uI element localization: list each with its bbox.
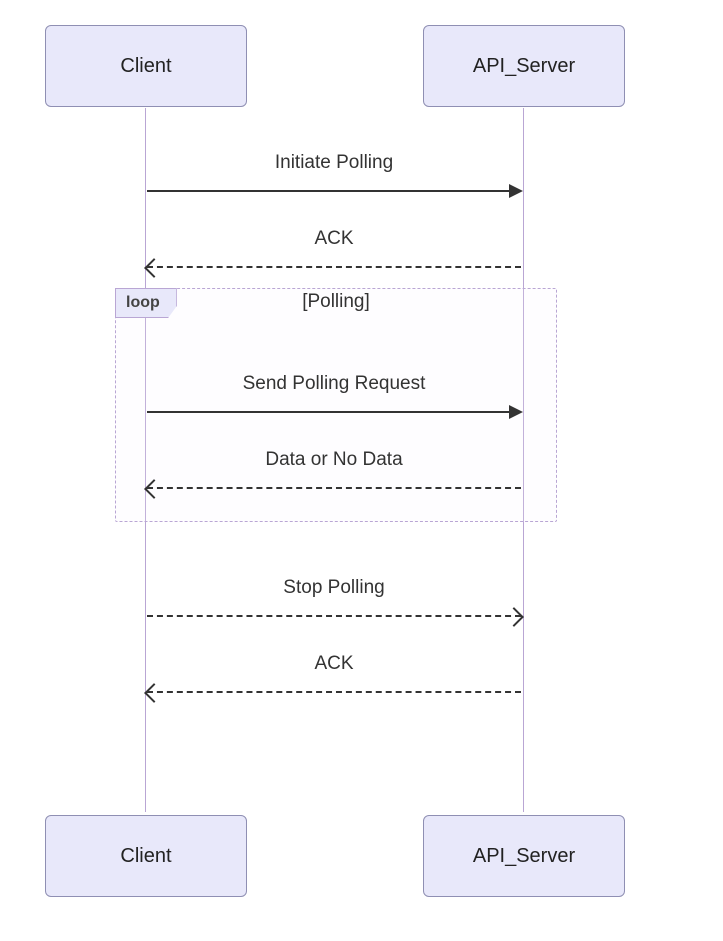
arrow-stop-polling [147, 615, 521, 617]
message-label-ack-2: ACK [184, 653, 484, 675]
participant-label: Client [120, 55, 171, 78]
sequence-diagram: Client API_Server Initiate Polling ACK l… [0, 0, 723, 941]
participant-server-bottom: API_Server [423, 815, 625, 897]
participant-label: API_Server [473, 845, 575, 868]
participant-label: Client [120, 845, 171, 868]
message-label-initiate-polling: Initiate Polling [184, 152, 484, 174]
arrow-ack-2 [147, 691, 521, 693]
arrow-send-polling-request [147, 411, 521, 413]
arrow-initiate-polling [147, 190, 521, 192]
message-label-send-polling-request: Send Polling Request [184, 373, 484, 395]
participant-client-top: Client [45, 25, 247, 107]
message-label-data-or-no-data: Data or No Data [184, 449, 484, 471]
participant-server-top: API_Server [423, 25, 625, 107]
arrow-ack-1 [147, 266, 521, 268]
message-label-stop-polling: Stop Polling [184, 577, 484, 599]
participant-client-bottom: Client [45, 815, 247, 897]
participant-label: API_Server [473, 55, 575, 78]
message-label-ack-1: ACK [184, 228, 484, 250]
loop-title: [Polling] [116, 291, 556, 313]
arrow-data-or-no-data [147, 487, 521, 489]
